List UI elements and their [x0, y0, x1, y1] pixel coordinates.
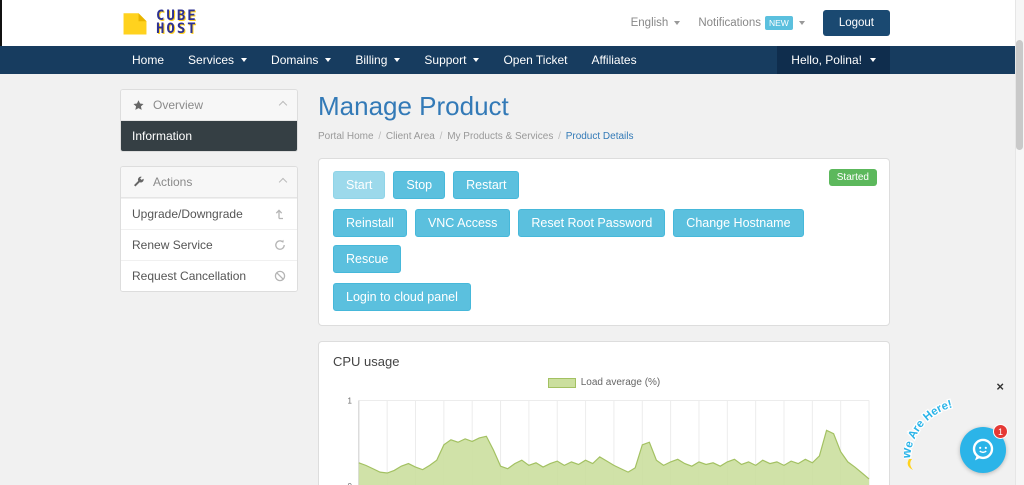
sidebar-item-request-cancellation[interactable]: Request Cancellation [121, 260, 297, 291]
change-hostname-button[interactable]: Change Hostname [673, 209, 804, 237]
caret-down-icon [241, 58, 248, 62]
login-cloud-panel-button[interactable]: Login to cloud panel [333, 283, 471, 311]
legend-swatch [547, 377, 576, 388]
breadcrumb-my-products[interactable]: My Products & Services [447, 131, 566, 142]
sidebar-item-renew-service[interactable]: Renew Service [121, 229, 297, 260]
chat-open-button[interactable]: 1 [960, 424, 1008, 473]
chat-close-button[interactable]: × [996, 379, 1004, 394]
overview-panel: Overview Information [120, 89, 298, 152]
chart-title: CPU usage [333, 354, 400, 369]
caret-down-icon [473, 58, 480, 62]
refresh-icon [275, 239, 285, 250]
overview-panel-header[interactable]: Overview [121, 90, 297, 121]
language-selector[interactable]: English [631, 17, 681, 29]
restart-button[interactable]: Restart [453, 171, 520, 199]
chevron-up-icon [278, 100, 288, 110]
nav-item-domains[interactable]: Domains [259, 46, 343, 74]
breadcrumb-client-area[interactable]: Client Area [386, 131, 447, 142]
nav-item-affiliates[interactable]: Affiliates [579, 46, 648, 74]
status-badge: Started [828, 169, 877, 186]
main-navbar: Home Services Domains Billing Support Op… [0, 46, 1024, 74]
page-scrollbar [1015, 0, 1024, 485]
notifications-new-badge: NEW [764, 16, 793, 30]
chat-bubble-icon [972, 438, 994, 461]
server-controls-card: Started Start Stop Restart Reinstall VNC… [318, 158, 890, 326]
chat-widget: × We Are Here! 1 [904, 379, 1008, 475]
caret-down-icon [674, 21, 681, 25]
top-header: CUBE HOST English Notifications NEW Logo… [0, 0, 1024, 46]
wrench-icon [134, 176, 144, 186]
caret-down-icon [394, 58, 401, 62]
caret-down-icon [325, 58, 332, 62]
chevron-up-icon [278, 177, 288, 187]
vnc-access-button[interactable]: VNC Access [414, 209, 511, 237]
chat-arc-textpath: We Are Here! [904, 397, 955, 460]
start-button[interactable]: Start [333, 171, 386, 199]
nav-item-open-ticket[interactable]: Open Ticket [491, 46, 579, 74]
stop-button[interactable]: Stop [393, 171, 446, 199]
user-menu[interactable]: Hello, Polina! [777, 46, 890, 74]
cpu-chart: 0109:56:3209:56:4809:57:0409:57:2009:57:… [333, 392, 875, 485]
actions-panel-header[interactable]: Actions [121, 167, 297, 198]
reinstall-button[interactable]: Reinstall [333, 209, 407, 237]
overview-panel-title: Overview [153, 98, 204, 112]
level-up-icon [275, 209, 283, 220]
rescue-button[interactable]: Rescue [333, 245, 402, 273]
ban-icon [274, 270, 286, 282]
sidebar-item-information[interactable]: Information [121, 121, 297, 151]
sidebar: Overview Information Actions Upgrade/Dow… [120, 89, 298, 485]
notifications-label: Notifications [698, 17, 761, 29]
breadcrumb-product-details: Product Details [565, 131, 634, 142]
sidebar-item-upgrade-downgrade[interactable]: Upgrade/Downgrade [121, 198, 297, 229]
window-edge [0, 0, 2, 46]
nav-item-home[interactable]: Home [120, 46, 176, 74]
cpu-usage-card: CPU usage Load average (%) 0109:56:3209:… [318, 341, 890, 485]
chat-decoration-crescent [907, 459, 913, 470]
logo-text-line2: HOST [156, 21, 198, 37]
chart-legend: Load average (%) [333, 377, 875, 388]
star-icon [133, 99, 144, 110]
page-title: Manage Product [318, 91, 509, 121]
reset-root-password-button[interactable]: Reset Root Password [518, 209, 666, 237]
actions-panel: Actions Upgrade/Downgrade Renew Service … [120, 166, 298, 292]
chat-unread-badge: 1 [993, 424, 1008, 439]
svg-text:We Are Here!: We Are Here! [904, 399, 953, 460]
caret-down-icon [798, 21, 805, 25]
actions-panel-title: Actions [153, 175, 193, 189]
breadcrumb-portal-home[interactable]: Portal Home [318, 131, 386, 142]
logout-button[interactable]: Logout [822, 10, 890, 36]
nav-item-support[interactable]: Support [412, 46, 491, 74]
scrollbar-thumb[interactable] [1016, 40, 1023, 150]
caret-down-icon [870, 58, 876, 62]
svg-text:1: 1 [347, 396, 352, 405]
logo-icon [123, 13, 147, 35]
notifications-menu[interactable]: Notifications NEW [698, 16, 805, 30]
logo[interactable]: CUBE HOST [120, 8, 198, 38]
nav-item-services[interactable]: Services [176, 46, 259, 74]
nav-item-billing[interactable]: Billing [343, 46, 412, 74]
legend-label: Load average (%) [580, 377, 661, 388]
breadcrumb: Portal HomeClient AreaMy Products & Serv… [318, 131, 890, 142]
language-label: English [630, 17, 669, 29]
